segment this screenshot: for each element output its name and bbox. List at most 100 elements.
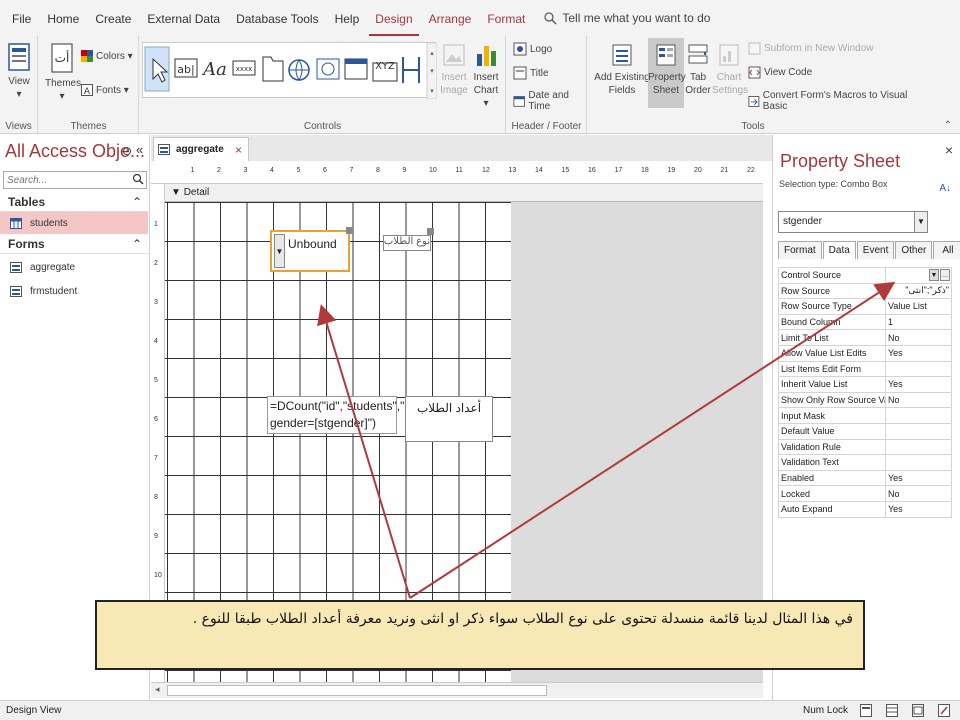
property-row[interactable]: Row Source "ذكر";"انثى" [778,282,952,300]
tab-external-data[interactable]: External Data [141,0,226,36]
property-value[interactable]: No [885,391,952,409]
nav-item-frmstudent[interactable]: frmstudent [0,280,148,302]
property-value[interactable]: Yes [885,469,952,487]
title-button[interactable]: Title [513,66,549,80]
nav-collapse-icon[interactable]: « [136,142,143,157]
prop-tab-data[interactable]: Data [822,241,856,259]
section-collapse-icon[interactable]: ⌃ [132,234,142,254]
button-control-icon[interactable]: xxxx [232,60,256,76]
prop-tab-format[interactable]: Format [778,241,822,259]
prop-tab-event[interactable]: Event [856,241,895,259]
tab-design[interactable]: Design [369,0,419,36]
search-icon[interactable] [132,173,144,188]
dropdown-arrow-icon[interactable]: ▼ [274,234,285,268]
tab-file[interactable]: File [6,0,37,36]
logo-button[interactable]: Logo [513,42,552,56]
chart-settings-button[interactable]: Chart Settings [712,42,748,97]
tab-arrange[interactable]: Arrange [423,0,478,36]
property-sheet-button[interactable]: Property Sheet [648,38,686,108]
view-code-button[interactable]: View Code [748,66,812,79]
property-value[interactable]: Yes [885,376,952,393]
property-row[interactable]: Bound Column 1 [778,313,952,331]
tab-help[interactable]: Help [329,0,366,36]
property-row[interactable]: Limit To List No [778,329,952,346]
builder-icon[interactable]: … [940,269,950,281]
option-group-icon[interactable]: XYZ [372,61,398,82]
property-value[interactable]: Yes [885,344,952,362]
tab-create[interactable]: Create [89,0,137,36]
property-row[interactable]: Validation Rule [778,438,952,456]
tab-format[interactable]: Format [481,0,531,36]
property-value[interactable]: "ذكر";"انثى" [885,282,952,300]
hyperlink-icon[interactable] [288,59,310,81]
label-student-count[interactable]: أعداد الطلاب [405,396,493,442]
navigation-control-icon[interactable] [344,58,368,80]
property-row[interactable]: Validation Text [778,454,952,471]
property-row[interactable]: Locked No [778,485,952,502]
property-value[interactable]: No [885,485,952,502]
prop-tab-other[interactable]: Other [895,241,933,259]
select-pointer-icon[interactable] [144,46,170,92]
tab-control-icon[interactable] [262,56,284,82]
property-value[interactable]: Value List [885,298,952,315]
label-gender[interactable]: نوع الطلاب [383,235,431,251]
property-value[interactable]: 1 [885,313,952,331]
collapse-ribbon-icon[interactable]: ⌃ [944,120,952,131]
property-row[interactable]: Auto Expand Yes [778,500,952,518]
combo-box-stgender[interactable]: ▼ Unbound [270,227,353,272]
tell-me-box[interactable]: Tell me what you want to do [543,11,710,25]
dropdown-arrow-icon[interactable]: ▼ [929,269,939,281]
insert-image-button[interactable]: Insert Image [438,42,470,97]
sort-icon[interactable]: A↓ [939,183,951,194]
fonts-button[interactable]: A Fonts ▾ [81,84,129,96]
nav-section-tables[interactable]: Tables ⌃ [0,192,150,212]
property-value[interactable] [885,422,952,440]
web-browser-icon[interactable] [316,58,340,80]
property-value[interactable] [885,438,952,456]
nav-section-forms[interactable]: Forms ⌃ [0,234,150,254]
convert-macros-button[interactable]: Convert Form's Macros to Visual Basic [748,90,918,112]
tab-order-button[interactable]: Tab Order [684,42,712,97]
layout-view-icon[interactable] [912,704,924,717]
subform-new-window-button[interactable]: Subform in New Window [748,42,873,55]
scroll-thumb[interactable] [167,685,547,696]
insert-chart-button[interactable]: Insert Chart ▾ [470,42,502,110]
add-existing-fields-button[interactable]: Add Existing Fields [594,42,650,97]
design-view-icon[interactable] [938,704,950,717]
themes-button[interactable]: أت Themes ▾ [45,42,81,103]
property-value[interactable]: Yes [885,500,952,518]
view-button[interactable]: View ▾ [4,42,34,101]
form-view-icon[interactable] [860,704,872,717]
horizontal-scrollbar[interactable]: ◂ [151,682,763,698]
property-value[interactable]: No [885,329,952,346]
property-row[interactable]: Control Source ▼… [778,267,952,284]
date-time-button[interactable]: Date and Time [513,90,586,112]
label-control-icon[interactable]: ab| [174,58,198,78]
property-value[interactable] [885,407,952,424]
prop-tab-all[interactable]: All [933,241,960,259]
property-value[interactable]: ▼… [885,267,952,284]
page-break-icon[interactable] [402,57,420,83]
property-row[interactable]: Input Mask [778,407,952,424]
gallery-scroll-icon[interactable]: ▴ ▾ ▾ [426,42,438,100]
nav-item-students[interactable]: students [0,212,148,234]
datasheet-view-icon[interactable] [886,704,898,717]
property-row[interactable]: Row Source Type Value List [778,298,952,315]
aa-label-icon[interactable]: Aa [201,59,227,80]
property-row[interactable]: Allow Value List Edits Yes [778,344,952,362]
scroll-left-icon[interactable]: ◂ [155,684,160,695]
section-collapse-icon[interactable]: ⌃ [132,192,142,212]
nav-item-aggregate[interactable]: aggregate [0,256,148,278]
tab-database-tools[interactable]: Database Tools [230,0,325,36]
dropdown-arrow-icon[interactable]: ▼ [914,212,927,232]
property-row[interactable]: Default Value [778,422,952,440]
property-value[interactable] [885,454,952,471]
nav-search-input[interactable] [3,171,147,189]
close-icon[interactable]: × [945,142,953,158]
detail-section-bar[interactable]: ▼ Detail [165,184,763,202]
document-tab-aggregate[interactable]: aggregate × [153,137,249,161]
tab-home[interactable]: Home [41,0,85,36]
property-row[interactable]: Show Only Row Source ValuesNo [778,391,952,409]
close-icon[interactable]: × [235,143,242,157]
property-row[interactable]: Inherit Value List Yes [778,376,952,393]
